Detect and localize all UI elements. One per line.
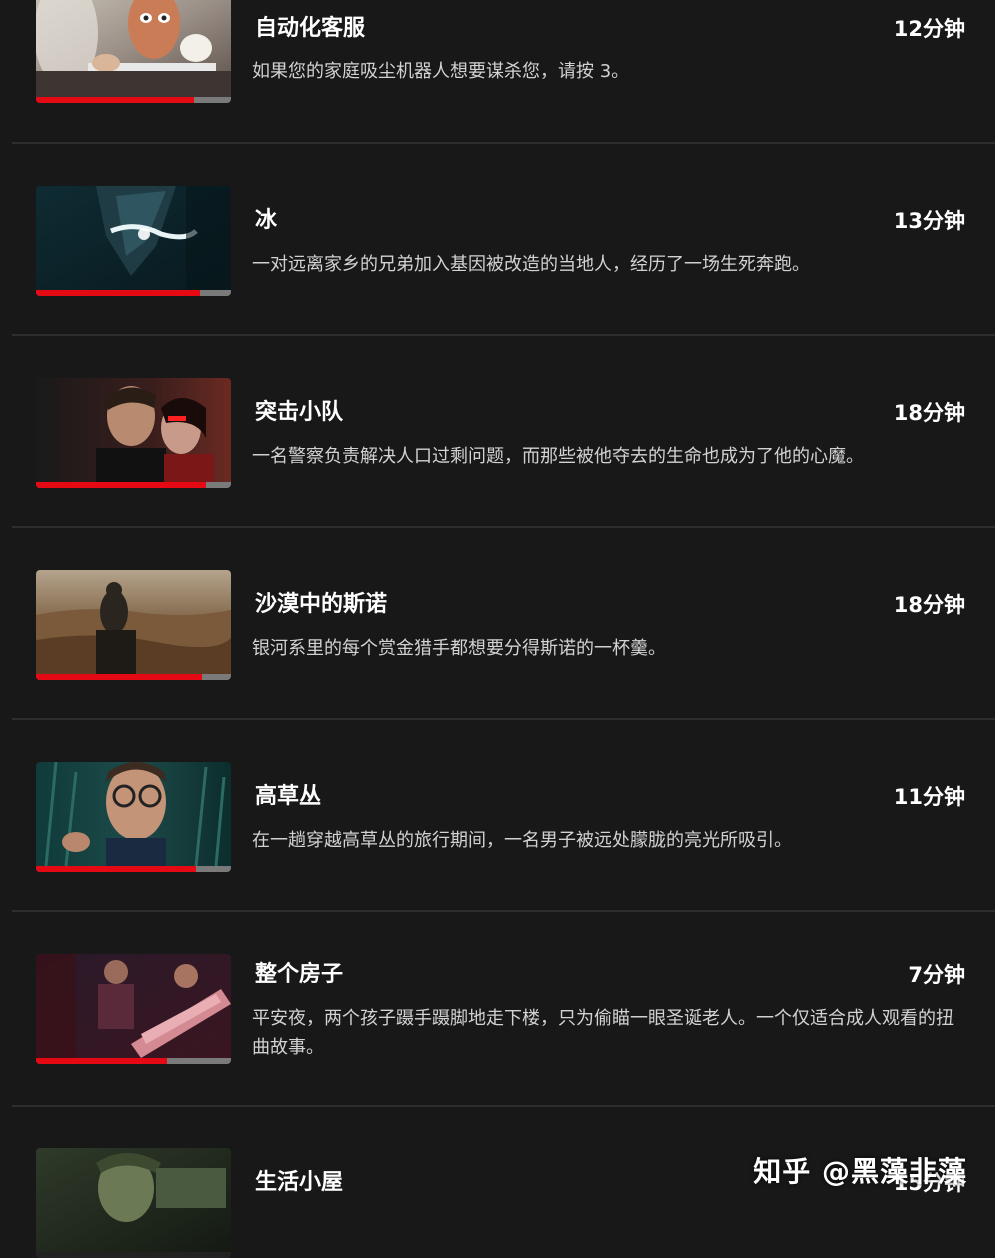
thumbnail-image — [36, 1148, 231, 1252]
episode-title: 突击小队 — [255, 400, 344, 425]
episode-duration: 18分钟 — [893, 401, 965, 425]
episode-title: 冰 — [255, 208, 278, 233]
thumbnail-image — [36, 954, 231, 1058]
watch-progress-fill — [36, 482, 206, 488]
episode-description: 一对远离家乡的兄弟加入基因被改造的当地人，经历了一场生死奔跑。 — [252, 254, 810, 275]
thumbnail-image — [36, 186, 231, 290]
episode-thumbnail[interactable] — [36, 378, 231, 488]
watch-progress-bar — [36, 290, 231, 296]
thumbnail-image — [36, 570, 231, 674]
watch-progress-fill — [36, 290, 200, 296]
episode-duration: 7分钟 — [908, 963, 965, 987]
episode-thumbnail[interactable] — [36, 570, 231, 680]
watch-progress-fill — [36, 866, 196, 872]
divider — [12, 142, 995, 144]
episode-description: 在一趟穿越高草丛的旅行期间，一名男子被远处朦胧的亮光所吸引。 — [252, 830, 792, 851]
divider — [12, 910, 995, 912]
episode-title: 高草丛 — [255, 784, 322, 809]
episode-duration: 18分钟 — [893, 593, 965, 617]
episode-description: 一名警察负责解决人口过剩问题，而那些被他夺去的生命也成为了他的心魔。 — [252, 446, 864, 467]
episode-duration: 11分钟 — [893, 785, 965, 809]
divider — [12, 718, 995, 720]
thumbnail-image — [36, 378, 231, 482]
episode-title: 自动化客服 — [255, 16, 366, 41]
watch-progress-fill — [36, 97, 194, 103]
watch-progress-bar — [36, 674, 231, 680]
watch-progress-bar — [36, 482, 231, 488]
episode-duration: 12分钟 — [893, 17, 965, 41]
episode-description: 银河系里的每个赏金猎手都想要分得斯诺的一杯羹。 — [252, 638, 666, 659]
episode-title: 沙漠中的斯诺 — [255, 592, 388, 617]
episode-thumbnail[interactable] — [36, 1148, 231, 1258]
episode-description: 平安夜，两个孩子蹑手蹑脚地走下楼，只为偷瞄一眼圣诞老人。一个仅适合成人观看的扭曲… — [252, 1008, 954, 1058]
watermark-text: 知乎 @黑藻非藻 — [753, 1155, 967, 1188]
divider — [12, 526, 995, 528]
watch-progress-bar — [36, 1058, 231, 1064]
episode-thumbnail[interactable] — [36, 186, 231, 296]
episode-title: 生活小屋 — [255, 1170, 344, 1195]
divider — [12, 1105, 995, 1107]
episode-thumbnail[interactable] — [36, 762, 231, 872]
thumbnail-image — [36, 0, 231, 97]
thumbnail-image — [36, 762, 231, 866]
episode-duration: 13分钟 — [893, 209, 965, 233]
episode-description: 如果您的家庭吸尘机器人想要谋杀您，请按 3。 — [252, 61, 630, 82]
watch-progress-bar — [36, 97, 231, 103]
episode-title: 整个房子 — [255, 962, 344, 987]
episode-thumbnail[interactable] — [36, 0, 231, 103]
watch-progress-fill — [36, 1058, 167, 1064]
episode-thumbnail[interactable] — [36, 954, 231, 1064]
watch-progress-bar — [36, 866, 231, 872]
watch-progress-fill — [36, 674, 202, 680]
divider — [12, 334, 995, 336]
